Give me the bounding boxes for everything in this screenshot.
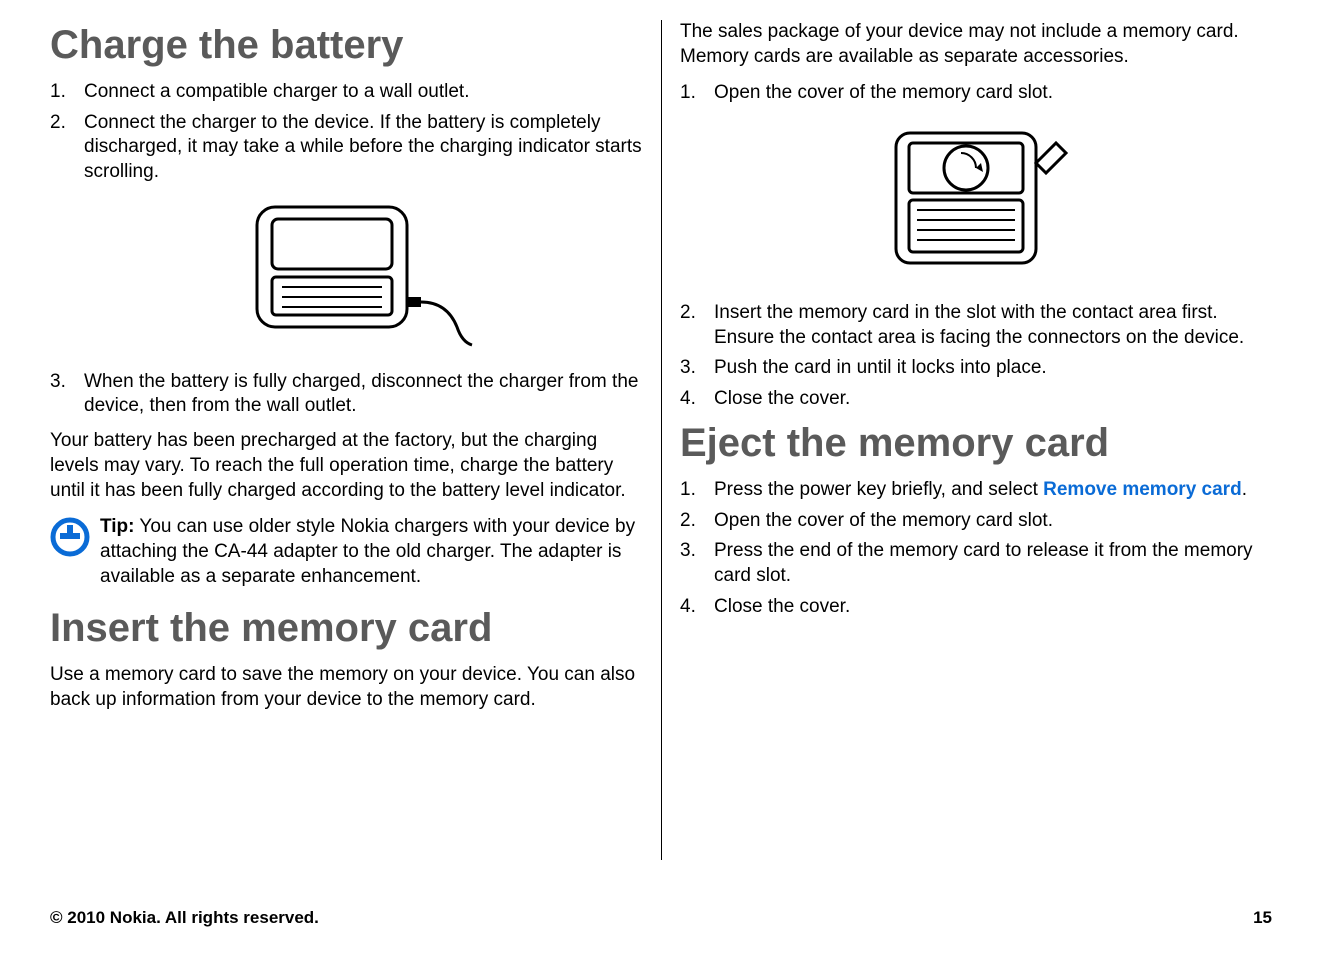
charge-paragraph: Your battery has been precharged at the … — [50, 429, 643, 503]
step-number: 4. — [680, 387, 714, 412]
list-item: 2. Connect the charger to the device. If… — [50, 111, 643, 185]
step-text: Connect the charger to the device. If th… — [84, 111, 643, 185]
tip-label: Tip: — [100, 516, 134, 537]
step-text: Press the power key briefly, and select … — [714, 478, 1272, 503]
charge-steps-part1: 1. Connect a compatible charger to a wal… — [50, 80, 643, 185]
list-item: 2. Insert the memory card in the slot wi… — [680, 301, 1272, 350]
device-charging-illustration — [217, 197, 477, 347]
step-text: Push the card in until it locks into pla… — [714, 356, 1272, 381]
list-item: 1. Press the power key briefly, and sele… — [680, 478, 1272, 503]
heading-charge-battery: Charge the battery — [50, 24, 643, 66]
list-item: 3. Push the card in until it locks into … — [680, 356, 1272, 381]
step-text: Connect a compatible charger to a wall o… — [84, 80, 643, 105]
step-text: When the battery is fully charged, disco… — [84, 370, 643, 419]
step-text: Open the cover of the memory card slot. — [714, 509, 1272, 534]
step-number: 2. — [680, 301, 714, 350]
step-text: Press the end of the memory card to rele… — [714, 539, 1272, 588]
step-number: 2. — [680, 509, 714, 534]
step-number: 3. — [50, 370, 84, 419]
eject-steps: 1. Press the power key briefly, and sele… — [680, 478, 1272, 619]
step-text: Open the cover of the memory card slot. — [714, 81, 1272, 106]
step-number: 1. — [50, 80, 84, 105]
memory-card-slot-illustration — [861, 118, 1091, 278]
manual-page: Charge the battery 1. Connect a compatib… — [0, 0, 1322, 954]
heading-eject-memory-card: Eject the memory card — [680, 422, 1272, 464]
charge-steps-part2: 3. When the battery is fully charged, di… — [50, 370, 643, 419]
step-text: Close the cover. — [714, 595, 1272, 620]
list-item: 1. Connect a compatible charger to a wal… — [50, 80, 643, 105]
insert-steps-part1: 1. Open the cover of the memory card slo… — [680, 81, 1272, 106]
step-number: 1. — [680, 81, 714, 106]
heading-insert-memory-card: Insert the memory card — [50, 607, 643, 649]
step-number: 3. — [680, 356, 714, 381]
step-number: 1. — [680, 478, 714, 503]
step-text: Close the cover. — [714, 387, 1272, 412]
list-item: 4. Close the cover. — [680, 595, 1272, 620]
step-text: Insert the memory card in the slot with … — [714, 301, 1272, 350]
step-number: 3. — [680, 539, 714, 588]
figure-memory-card-slot — [680, 118, 1272, 283]
list-item: 1. Open the cover of the memory card slo… — [680, 81, 1272, 106]
step-suffix: . — [1242, 479, 1247, 500]
left-column: Charge the battery 1. Connect a compatib… — [50, 20, 661, 860]
two-column-layout: Charge the battery 1. Connect a compatib… — [50, 20, 1272, 860]
tip-icon — [50, 517, 90, 557]
list-item: 2. Open the cover of the memory card slo… — [680, 509, 1272, 534]
list-item: 3. When the battery is fully charged, di… — [50, 370, 643, 419]
step-number: 4. — [680, 595, 714, 620]
tip-text: Tip: You can use older style Nokia charg… — [100, 515, 643, 589]
remove-memory-card-link[interactable]: Remove memory card — [1043, 479, 1242, 500]
step-prefix: Press the power key briefly, and select — [714, 479, 1043, 500]
page-number: 15 — [1253, 908, 1272, 928]
page-footer: © 2010 Nokia. All rights reserved. 15 — [50, 908, 1272, 928]
insert-steps-part2: 2. Insert the memory card in the slot wi… — [680, 301, 1272, 412]
step-number: 2. — [50, 111, 84, 185]
insert-paragraph: Use a memory card to save the memory on … — [50, 663, 643, 712]
insert-paragraph-2: The sales package of your device may not… — [680, 20, 1272, 69]
copyright-text: © 2010 Nokia. All rights reserved. — [50, 908, 319, 928]
list-item: 4. Close the cover. — [680, 387, 1272, 412]
list-item: 3. Press the end of the memory card to r… — [680, 539, 1272, 588]
figure-charging-device — [50, 197, 643, 352]
right-column: The sales package of your device may not… — [661, 20, 1272, 860]
tip-box: Tip: You can use older style Nokia charg… — [50, 515, 643, 589]
tip-body: You can use older style Nokia chargers w… — [100, 516, 635, 586]
